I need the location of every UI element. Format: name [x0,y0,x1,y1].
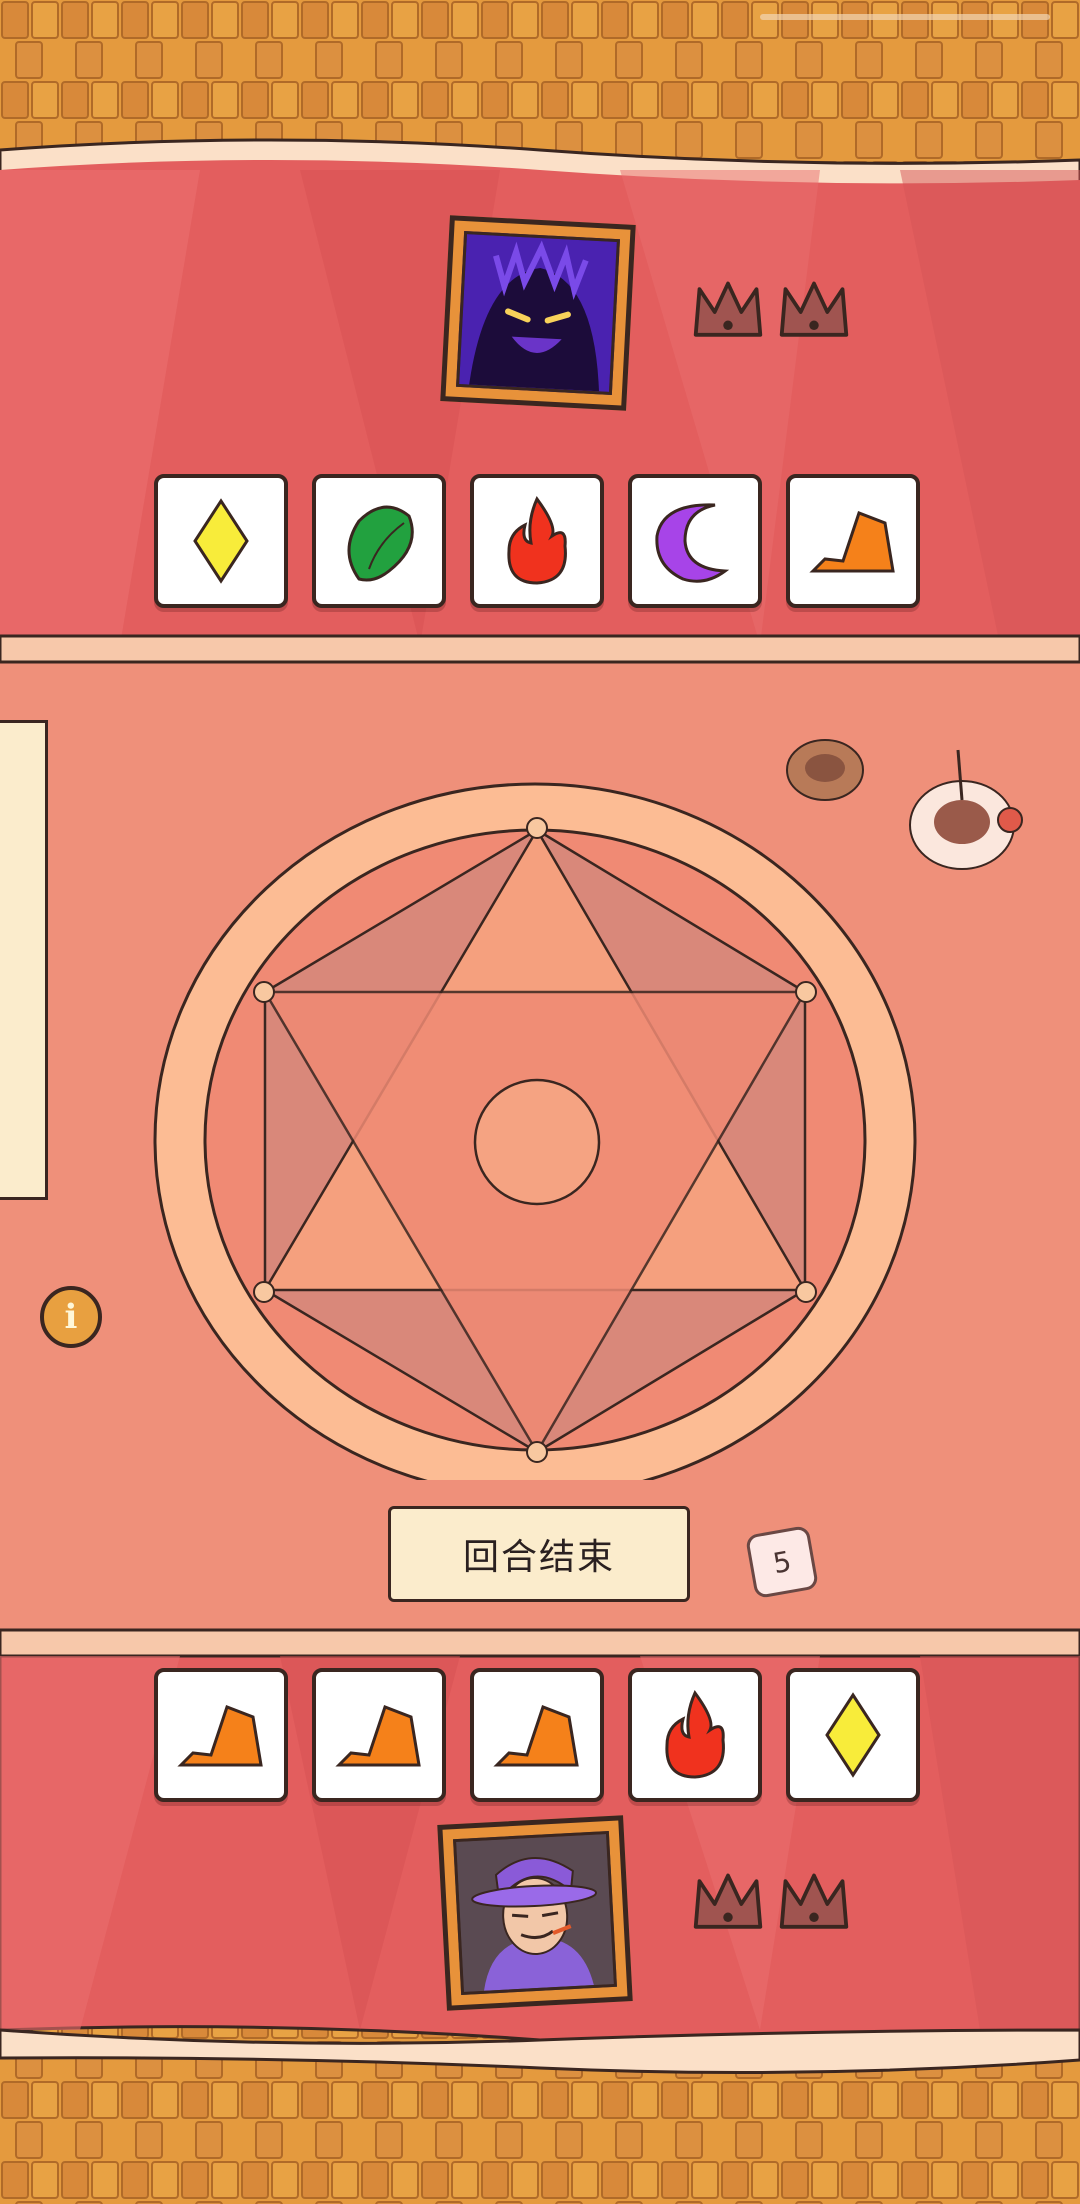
opponent-card-5[interactable] [786,474,920,608]
tea-cup-and-cookie [786,739,1023,870]
diamond-yellow-icon [193,498,249,584]
moon-purple-icon [655,503,730,583]
rock-orange-icon [177,1705,263,1767]
wizard-icon [456,1834,614,1992]
opponent-portrait[interactable] [440,215,636,411]
flame-red-icon [665,1690,725,1779]
leaf-green-icon [347,505,414,582]
game-board: i 回合结束 5 [0,0,1080,2204]
diamond-yellow-icon [825,1692,881,1778]
info-button[interactable]: i [40,1286,102,1348]
crown-icon [779,281,849,337]
player-card-5[interactable] [786,1668,920,1802]
info-symbol: i [64,1297,78,1337]
opponent-card-2[interactable] [312,474,446,608]
rock-orange-icon [809,511,895,573]
player-card-4[interactable] [628,1668,762,1802]
rock-orange-icon [335,1705,421,1767]
player-portrait[interactable] [437,1815,633,2011]
opponent-card-3[interactable] [470,474,604,608]
shadow-demon-icon [459,234,617,392]
player-crowns [690,1866,852,1942]
rock-orange-icon [493,1705,579,1767]
player-card-2[interactable] [312,1668,446,1802]
dice[interactable]: 5 [744,1524,820,1600]
crown-icon [693,1873,763,1929]
opponent-card-4[interactable] [628,474,762,608]
end-turn-button[interactable]: 回合结束 [388,1506,690,1602]
crown-icon [693,281,763,337]
quest-scroll[interactable] [0,720,48,1200]
crown-icon [779,1873,849,1929]
player-card-1[interactable] [154,1668,288,1802]
flame-red-icon [507,496,567,585]
player-card-3[interactable] [470,1668,604,1802]
opponent-crowns [690,274,852,350]
opponent-card-1[interactable] [154,474,288,608]
